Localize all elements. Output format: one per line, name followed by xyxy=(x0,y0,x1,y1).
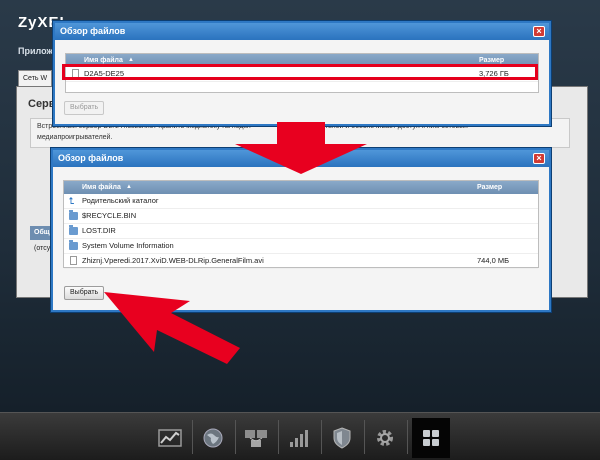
annotation-arrows xyxy=(104,122,367,364)
down-arrow-annotation xyxy=(235,122,367,174)
pointer-arrow-annotation xyxy=(104,292,240,364)
